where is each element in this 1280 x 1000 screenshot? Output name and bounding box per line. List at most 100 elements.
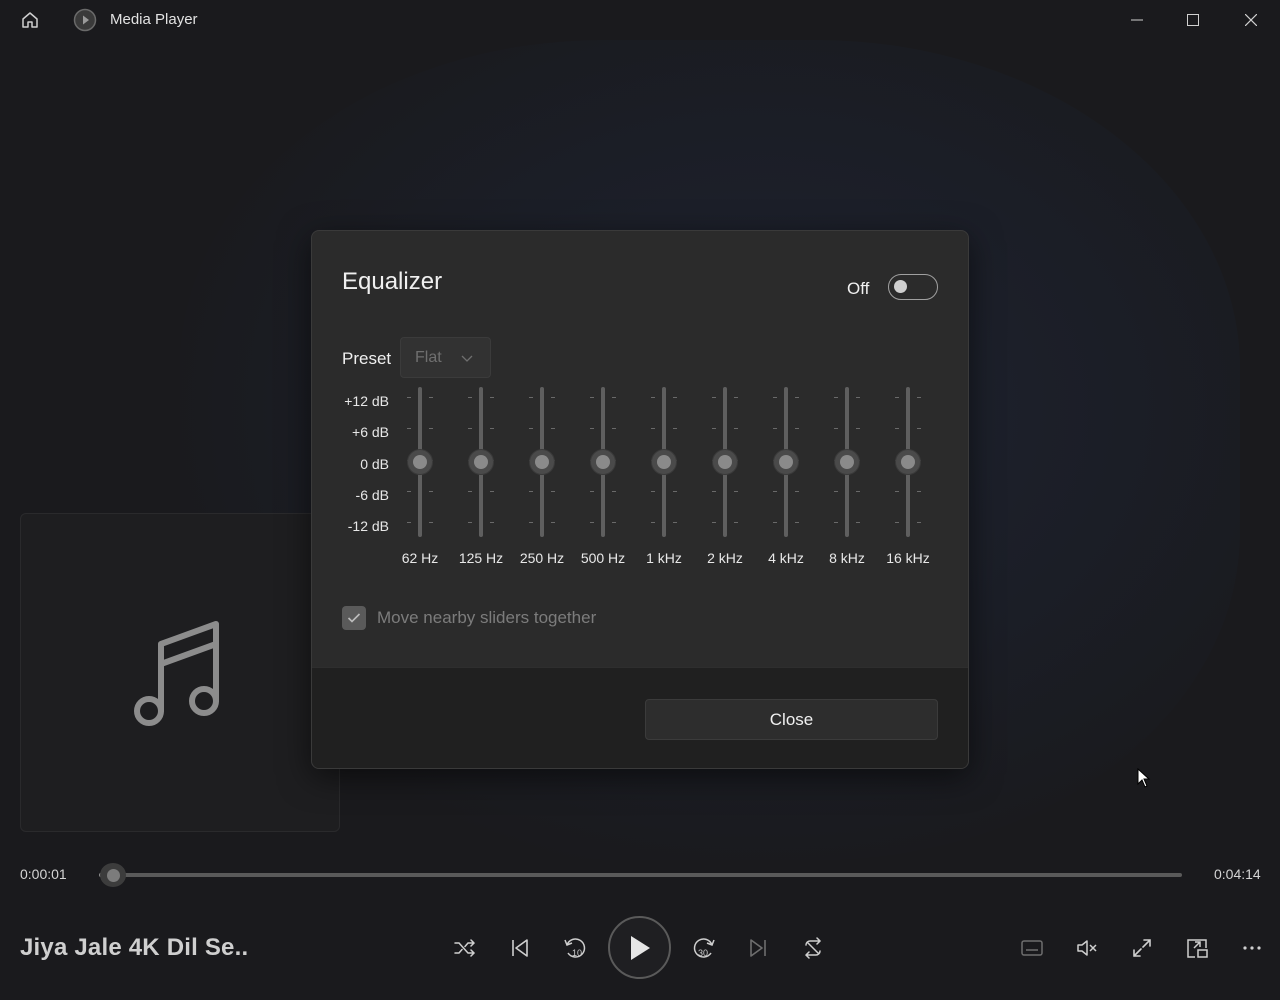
maximize-button[interactable] (1170, 0, 1216, 40)
eq-slider[interactable] (400, 387, 440, 537)
fullscreen-icon (1133, 939, 1151, 957)
captions-button[interactable] (1012, 928, 1052, 968)
eq-tick (834, 522, 838, 523)
eq-thumb[interactable] (407, 449, 433, 475)
eq-tick (590, 397, 594, 398)
eq-tick (673, 491, 677, 492)
eq-slider[interactable] (705, 387, 745, 537)
eq-tick (895, 491, 899, 492)
eq-thumb[interactable] (834, 449, 860, 475)
miniplayer-icon (1187, 939, 1208, 958)
eq-thumb[interactable] (712, 449, 738, 475)
total-time: 0:04:14 (1214, 866, 1261, 882)
preset-dropdown[interactable]: Flat (400, 337, 491, 378)
freq-label: 62 Hz (401, 550, 439, 566)
seek-bar[interactable] (99, 873, 1182, 877)
eq-tick (529, 491, 533, 492)
eq-tick (551, 397, 555, 398)
captions-icon (1021, 940, 1043, 956)
equalizer-toggle[interactable] (888, 274, 938, 300)
repeat-icon (804, 937, 822, 959)
move-nearby-checkbox[interactable] (342, 606, 366, 630)
mouse-cursor-icon (1137, 768, 1151, 788)
eq-tick (734, 491, 738, 492)
eq-tick (795, 522, 799, 523)
repeat-button[interactable] (793, 928, 833, 968)
preset-label: Preset (342, 349, 392, 368)
home-button[interactable] (10, 0, 50, 40)
eq-tick (529, 397, 533, 398)
eq-tick (795, 397, 799, 398)
eq-tick (468, 428, 472, 429)
eq-tick (673, 397, 677, 398)
eq-slider[interactable] (583, 387, 623, 537)
eq-thumb[interactable] (590, 449, 616, 475)
eq-thumb[interactable] (773, 449, 799, 475)
eq-tick (712, 397, 716, 398)
eq-slider[interactable] (827, 387, 867, 537)
rewind-10-button[interactable]: 10 (555, 928, 595, 968)
eq-tick (834, 397, 838, 398)
eq-tick (773, 397, 777, 398)
volume-button[interactable] (1067, 928, 1107, 968)
eq-slider[interactable] (766, 387, 806, 537)
eq-thumb[interactable] (651, 449, 677, 475)
eq-tick (490, 522, 494, 523)
eq-tick (407, 428, 411, 429)
current-time: 0:00:01 (20, 866, 67, 882)
eq-tick (673, 428, 677, 429)
home-icon (22, 12, 38, 28)
eq-tick (590, 428, 594, 429)
eq-slider[interactable] (522, 387, 562, 537)
eq-tick (917, 397, 921, 398)
preset-value: Flat (415, 349, 442, 366)
next-button[interactable] (738, 928, 778, 968)
freq-label: 500 Hz (580, 550, 626, 566)
miniplayer-button[interactable] (1177, 928, 1217, 968)
shuffle-button[interactable] (445, 928, 485, 968)
eq-tick (673, 522, 677, 523)
play-button[interactable] (608, 916, 671, 979)
eq-tick (734, 522, 738, 523)
eq-tick (856, 491, 860, 492)
eq-tick (551, 491, 555, 492)
more-options-button[interactable] (1232, 928, 1272, 968)
eq-tick (407, 397, 411, 398)
eq-tick (651, 397, 655, 398)
fullscreen-button[interactable] (1122, 928, 1162, 968)
forward-30-button[interactable]: 30 (684, 928, 724, 968)
eq-slider[interactable] (644, 387, 684, 537)
eq-tick (712, 491, 716, 492)
eq-tick (612, 522, 616, 523)
db-label: +6 dB (352, 424, 389, 440)
eq-tick (834, 491, 838, 492)
seek-thumb[interactable] (100, 863, 126, 887)
svg-text:30: 30 (698, 948, 708, 958)
shuffle-icon (454, 939, 476, 957)
eq-slider[interactable] (888, 387, 928, 537)
eq-tick (429, 428, 433, 429)
eq-tick (651, 491, 655, 492)
eq-slider[interactable] (461, 387, 501, 537)
media-player-icon (73, 8, 97, 32)
db-label: +12 dB (344, 393, 389, 409)
dialog-title: Equalizer (342, 268, 443, 295)
minimize-button[interactable] (1114, 0, 1160, 40)
eq-tick (407, 522, 411, 523)
eq-tick (612, 428, 616, 429)
freq-label: 8 kHz (829, 550, 865, 566)
toggle-knob (894, 280, 907, 293)
eq-tick (773, 428, 777, 429)
eq-tick (856, 522, 860, 523)
previous-button[interactable] (500, 928, 540, 968)
previous-track-icon (512, 939, 528, 957)
app-title: Media Player (110, 11, 198, 28)
eq-tick (895, 428, 899, 429)
eq-tick (712, 522, 716, 523)
eq-thumb[interactable] (468, 449, 494, 475)
eq-tick (917, 522, 921, 523)
eq-thumb[interactable] (895, 449, 921, 475)
close-button[interactable]: Close (645, 699, 938, 740)
close-window-button[interactable] (1228, 0, 1274, 40)
eq-thumb[interactable] (529, 449, 555, 475)
